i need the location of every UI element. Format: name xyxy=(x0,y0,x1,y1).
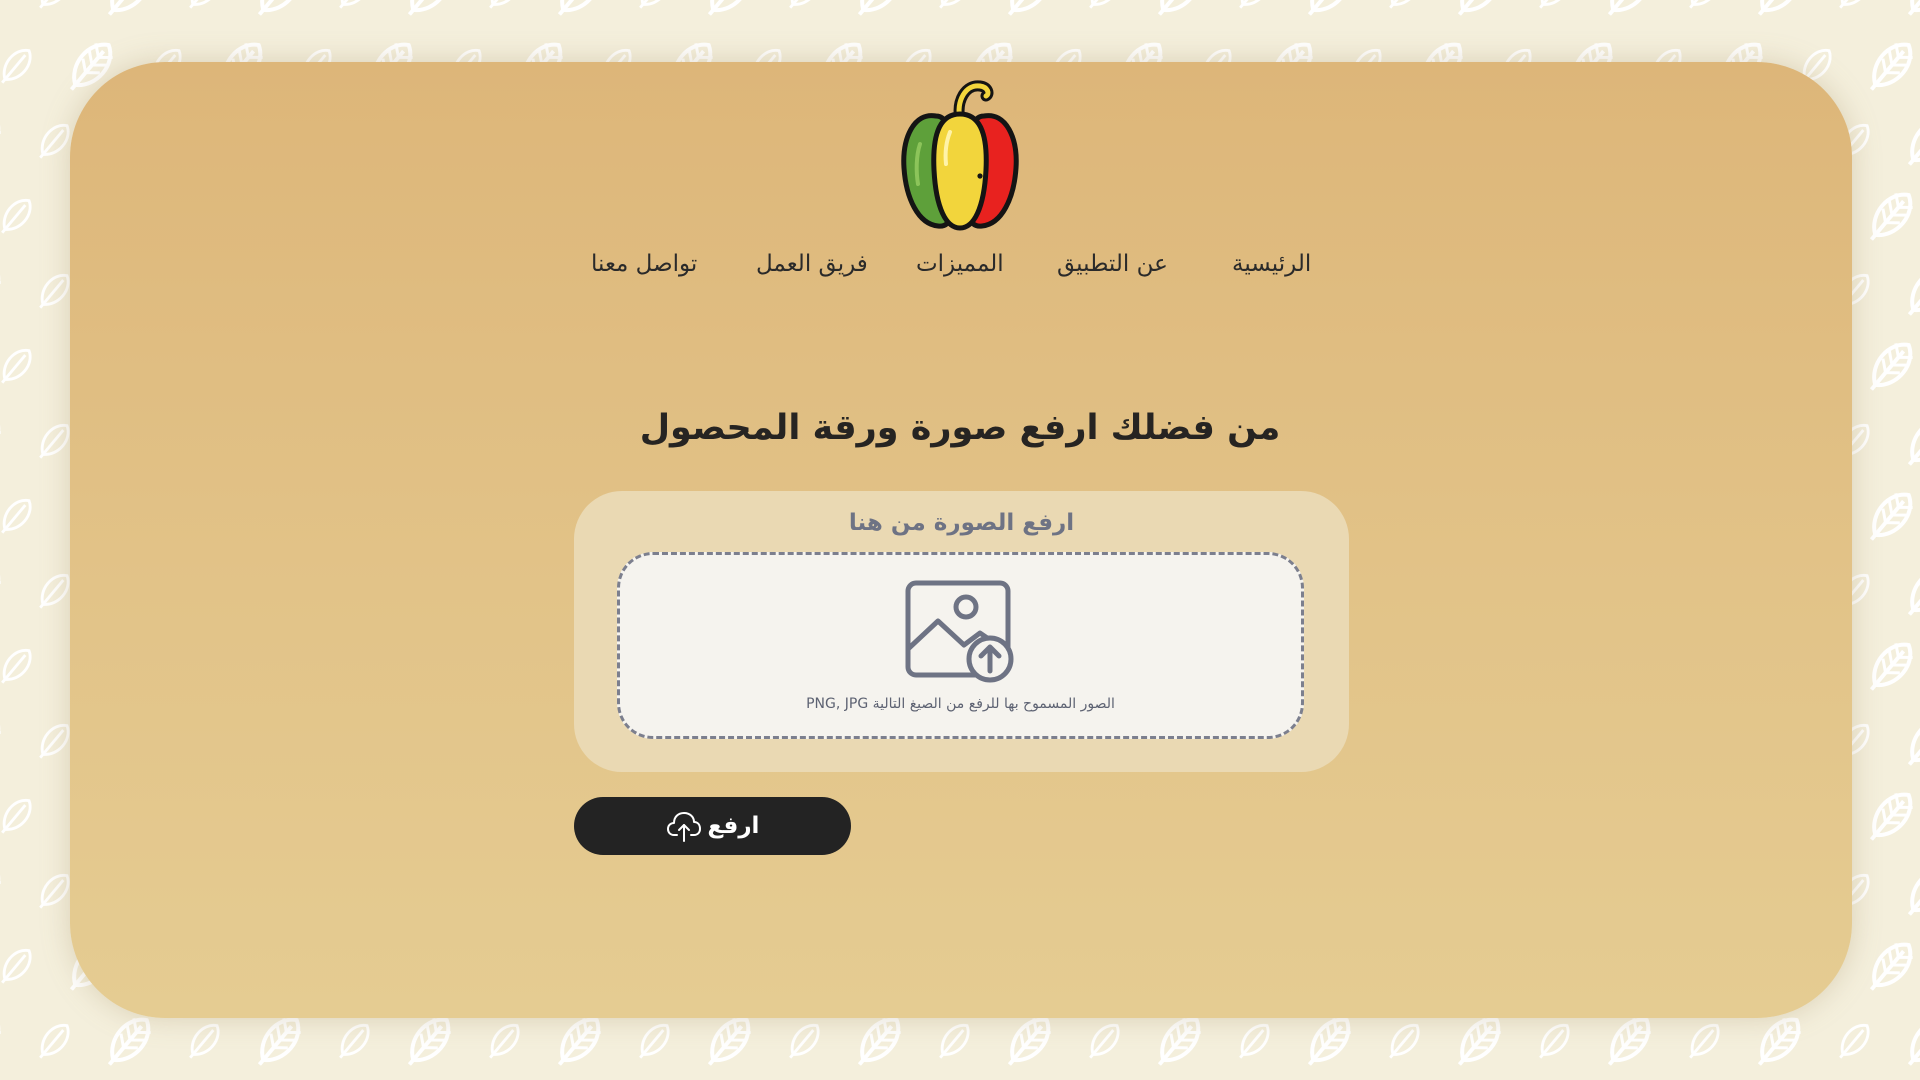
leaf-icon xyxy=(1239,1024,1270,1059)
leaf-icon xyxy=(939,0,970,9)
leaf-icon xyxy=(557,1017,601,1066)
leaf-icon xyxy=(1,649,32,684)
leaf-icon xyxy=(1007,0,1051,16)
upload-button[interactable]: ارفع xyxy=(574,797,851,855)
leaf-icon xyxy=(39,1024,70,1059)
leaf-icon xyxy=(1689,0,1720,9)
leaf-icon xyxy=(1007,1017,1051,1066)
leaf-icon xyxy=(257,1017,301,1066)
upload-label: ارفع الصورة من هنا xyxy=(848,510,1075,536)
leaf-icon xyxy=(1869,792,1913,841)
leaf-icon xyxy=(1607,0,1651,16)
nav-features-link[interactable]: المميزات xyxy=(916,244,1004,284)
leaf-icon xyxy=(0,0,1,12)
leaf-icon xyxy=(1089,0,1120,9)
leaf-icon xyxy=(39,574,70,609)
leaf-icon xyxy=(1,799,32,834)
leaf-icon xyxy=(489,1024,520,1059)
leaf-icon xyxy=(339,0,370,9)
leaf-icon xyxy=(1157,1017,1201,1066)
nav-contact-link[interactable]: تواصل معنا xyxy=(591,244,697,284)
leaf-icon xyxy=(0,1017,1,1062)
leaf-icon xyxy=(1539,0,1570,9)
leaf-icon xyxy=(0,717,1,762)
leaf-icon xyxy=(0,867,1,912)
leaf-icon xyxy=(1239,0,1270,9)
leaf-icon xyxy=(1389,0,1420,9)
leaf-icon xyxy=(1689,1024,1720,1059)
cloud-upload-icon xyxy=(666,812,701,842)
leaf-icon xyxy=(557,0,601,16)
leaf-icon xyxy=(1907,567,1920,616)
leaf-icon xyxy=(1,349,32,384)
leaf-icon xyxy=(1,949,32,984)
leaf-icon xyxy=(1869,942,1913,991)
image-dropzone[interactable]: الصور المسموح بها للرفع من الصيغ التالية… xyxy=(617,552,1304,739)
leaf-icon xyxy=(1,49,32,84)
leaf-icon xyxy=(639,0,670,9)
leaf-icon xyxy=(1,199,32,234)
leaf-icon xyxy=(1907,867,1920,916)
leaf-icon xyxy=(1757,1017,1801,1066)
leaf-icon xyxy=(1457,1017,1501,1066)
nav-home-link[interactable]: الرئيسية xyxy=(1232,244,1311,284)
leaf-icon xyxy=(1307,0,1351,16)
leaf-icon xyxy=(39,0,70,9)
leaf-icon xyxy=(1869,42,1913,91)
leaf-icon xyxy=(1869,642,1913,691)
upload-panel: ارفع الصورة من هنا الصور المسموح بها للر… xyxy=(574,491,1349,772)
leaf-icon xyxy=(1539,1024,1570,1059)
leaf-icon xyxy=(339,1024,370,1059)
leaf-icon xyxy=(707,1017,751,1066)
leaf-icon xyxy=(1869,492,1913,541)
leaf-icon xyxy=(1839,1024,1870,1059)
leaf-icon xyxy=(1607,1017,1651,1066)
leaf-icon xyxy=(1157,0,1201,16)
leaf-icon xyxy=(189,0,220,9)
leaf-icon xyxy=(789,0,820,9)
leaf-icon xyxy=(639,1024,670,1059)
leaf-icon xyxy=(39,124,70,159)
leaf-icon xyxy=(407,1017,451,1066)
leaf-icon xyxy=(1089,1024,1120,1059)
leaf-icon xyxy=(857,0,901,16)
leaf-icon xyxy=(1907,717,1920,766)
image-upload-icon xyxy=(905,580,1014,683)
leaf-icon xyxy=(489,0,520,9)
leaf-icon xyxy=(1869,192,1913,241)
leaf-icon xyxy=(0,567,1,612)
leaf-icon xyxy=(939,1024,970,1059)
leaf-icon xyxy=(39,874,70,909)
leaf-icon xyxy=(39,724,70,759)
allowed-formats-text: الصور المسموح بها للرفع من الصيغ التالية… xyxy=(806,696,1115,712)
leaf-icon xyxy=(1869,342,1913,391)
leaf-icon xyxy=(789,1024,820,1059)
leaf-icon xyxy=(1907,117,1920,166)
leaf-icon xyxy=(1907,1017,1920,1066)
upload-button-label: ارفع xyxy=(707,813,760,839)
main-nav: الرئيسية عن التطبيق المميزات فريق العمل … xyxy=(0,244,1920,284)
leaf-icon xyxy=(257,0,301,16)
leaf-icon xyxy=(1,499,32,534)
leaf-icon xyxy=(1839,0,1870,9)
leaf-icon xyxy=(1389,1024,1420,1059)
leaf-icon xyxy=(0,117,1,162)
leaf-icon xyxy=(189,1024,220,1059)
nav-team-link[interactable]: فريق العمل xyxy=(756,244,868,284)
leaf-icon xyxy=(107,0,151,16)
leaf-icon xyxy=(1307,1017,1351,1066)
leaf-icon xyxy=(1757,0,1801,16)
leaf-icon xyxy=(407,0,451,16)
leaf-icon xyxy=(107,1017,151,1066)
page-title: من فضلك ارفع صورة ورقة المحصول xyxy=(639,408,1281,448)
leaf-icon xyxy=(1907,0,1920,16)
leaf-icon xyxy=(857,1017,901,1066)
leaf-icon xyxy=(1457,0,1501,16)
leaf-icon xyxy=(707,0,751,16)
nav-about-link[interactable]: عن التطبيق xyxy=(1057,244,1168,284)
bell-pepper-logo-icon xyxy=(901,80,1019,231)
